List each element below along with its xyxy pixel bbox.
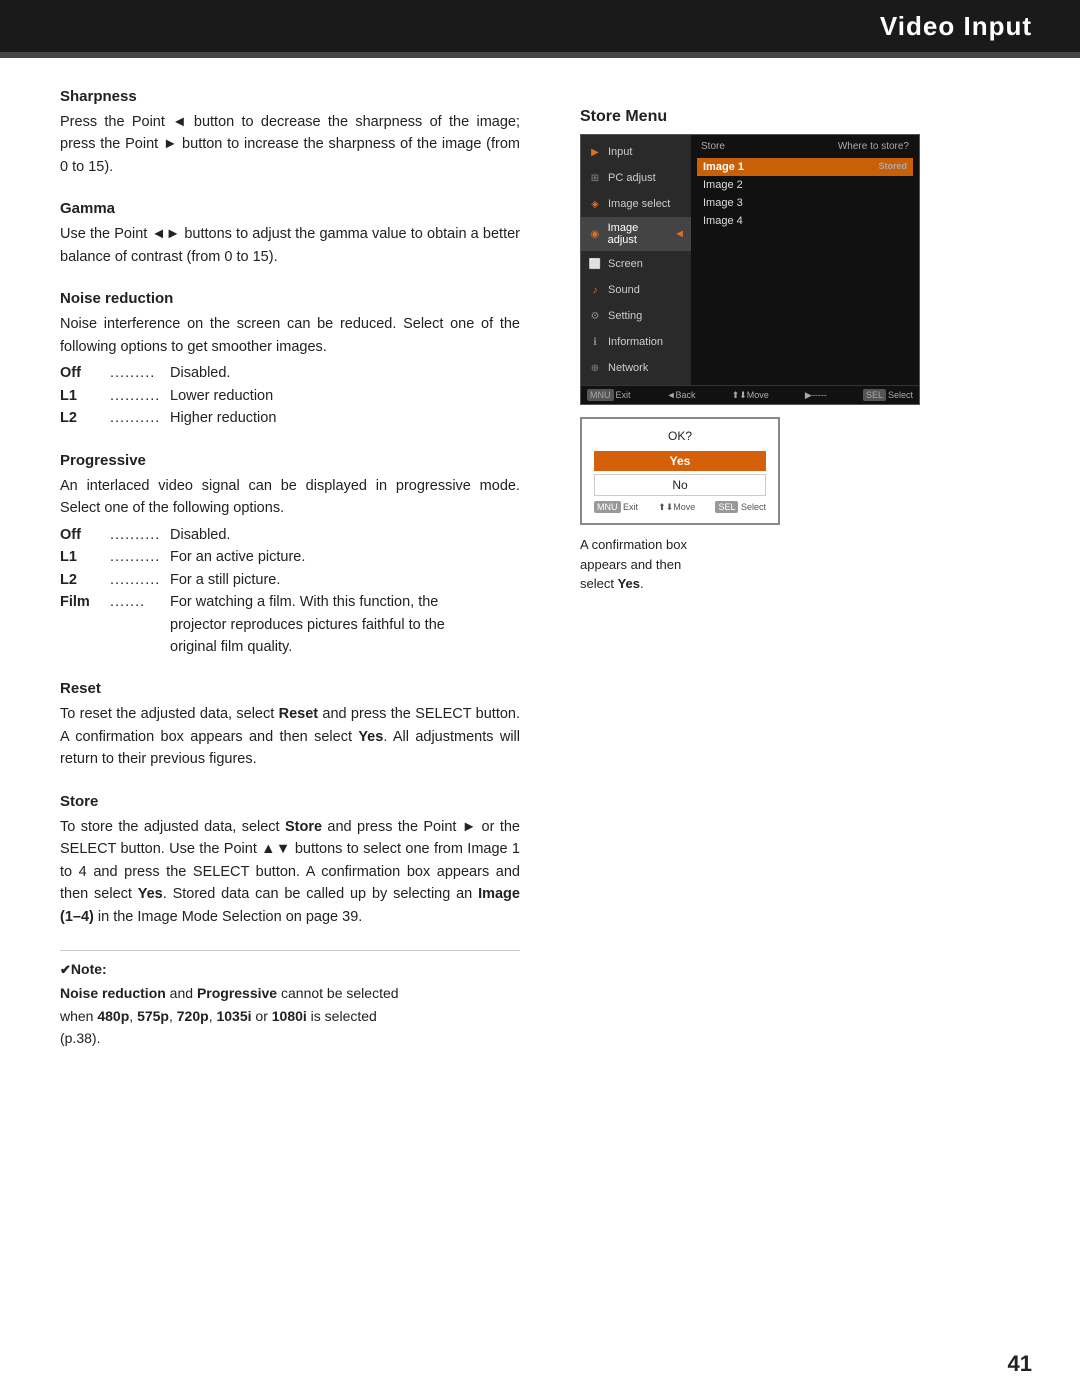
progressive-body: An interlaced video signal can be displa… (60, 475, 520, 659)
page-title: Video Input (880, 11, 1032, 42)
proj-footer: MNU Exit ◄Back ⬆⬇Move ▶----- SEL Select (581, 385, 919, 404)
confirm-title: OK? (594, 429, 766, 443)
screen-icon: ⬜ (587, 256, 603, 272)
sidebar-item-screen: ⬜ Screen (581, 251, 691, 277)
prog-option-off: Off .......... Disabled. (60, 524, 520, 546)
section-noise-reduction: Noise reduction Noise interference on th… (60, 290, 520, 429)
pc-adjust-icon: ⊞ (587, 170, 603, 186)
prog-film-sub1: projector reproduces pictures faithful t… (170, 614, 520, 636)
gamma-title: Gamma (60, 200, 520, 217)
reset-title: Reset (60, 680, 520, 697)
reset-body: To reset the adjusted data, select Reset… (60, 703, 520, 770)
prog-option-l1: L1 .......... For an active picture. (60, 546, 520, 568)
proj-option-image1: Image 1 Stored (697, 158, 913, 176)
network-icon: ⊕ (587, 360, 603, 376)
footer-select: SEL Select (863, 389, 913, 401)
confirm-footer: MNU Exit ⬆⬇Move SEL Select (594, 502, 766, 513)
sidebar-item-network: ⊕ Network (581, 355, 691, 381)
input-icon: ▶ (587, 144, 603, 160)
section-progressive: Progressive An interlaced video signal c… (60, 452, 520, 659)
noise-options: Off ......... Disabled. L1 .......... Lo… (60, 362, 520, 429)
sidebar-item-sound: ♪ Sound (581, 277, 691, 303)
noise-reduction-title: Noise reduction (60, 290, 520, 307)
image-select-icon: ◈ (587, 196, 603, 212)
sharpness-title: Sharpness (60, 88, 520, 105)
section-gamma: Gamma Use the Point ◄► buttons to adjust… (60, 200, 520, 268)
proj-main-header: Store Where to store? (697, 139, 913, 154)
note-section: ✔Note: Noise reduction and Progressive c… (60, 950, 520, 1049)
proj-main-panel: Store Where to store? Image 1 Stored Ima… (691, 135, 919, 385)
proj-sidebar: ▶ Input ⊞ PC adjust ◈ Image select ◉ (581, 135, 691, 385)
image-adjust-icon: ◉ (587, 226, 603, 242)
footer-dashes: ▶----- (805, 389, 827, 401)
sidebar-item-input: ▶ Input (581, 139, 691, 165)
confirm-box: OK? Yes No MNU Exit ⬆⬇Move SEL Select (580, 417, 780, 525)
confirm-footer-select: SEL Select (715, 502, 766, 513)
prog-film-sub2: original film quality. (170, 636, 520, 658)
prog-option-l2: L2 .......... For a still picture. (60, 569, 520, 591)
sidebar-item-setting: ⚙ Setting (581, 303, 691, 329)
note-body: Noise reduction and Progressive cannot b… (60, 982, 520, 1049)
store-body: To store the adjusted data, select Store… (60, 816, 520, 928)
noise-option-off: Off ......... Disabled. (60, 362, 520, 384)
sidebar-item-information: ℹ Information (581, 329, 691, 355)
footer-back: ◄Back (667, 389, 696, 401)
page-number: 41 (1008, 1351, 1032, 1377)
section-sharpness: Sharpness Press the Point ◄ button to de… (60, 88, 520, 178)
right-column: Store Menu ▶ Input ⊞ PC adjust (560, 58, 1080, 1079)
proj-option-image2: Image 2 (697, 176, 913, 194)
section-reset: Reset To reset the adjusted data, select… (60, 680, 520, 770)
sharpness-body: Press the Point ◄ button to decrease the… (60, 111, 520, 178)
sidebar-item-pc-adjust: ⊞ PC adjust (581, 165, 691, 191)
progressive-options: Off .......... Disabled. L1 .......... F… (60, 524, 520, 659)
information-icon: ℹ (587, 334, 603, 350)
projector-ui: ▶ Input ⊞ PC adjust ◈ Image select ◉ (580, 134, 920, 405)
confirm-footer-exit: MNU Exit (594, 502, 638, 513)
proj-option-image4: Image 4 (697, 212, 913, 230)
confirm-no: No (594, 474, 766, 496)
setting-icon: ⚙ (587, 308, 603, 324)
page-header: Video Input (0, 0, 1080, 52)
store-title: Store (60, 793, 520, 810)
footer-exit: MNU Exit (587, 389, 631, 401)
confirm-yes: Yes (594, 451, 766, 471)
sound-icon: ♪ (587, 282, 603, 298)
confirm-caption: A confirmation box appears and then sele… (580, 535, 1050, 594)
store-menu-area: Store Menu ▶ Input ⊞ PC adjust (580, 108, 1050, 594)
gamma-body: Use the Point ◄► buttons to adjust the g… (60, 223, 520, 268)
prog-option-film: Film ....... For watching a film. With t… (60, 591, 520, 613)
main-content: Sharpness Press the Point ◄ button to de… (0, 58, 1080, 1079)
left-column: Sharpness Press the Point ◄ button to de… (0, 58, 560, 1079)
section-store: Store To store the adjusted data, select… (60, 793, 520, 928)
noise-option-l2: L2 .......... Higher reduction (60, 407, 520, 429)
noise-reduction-body: Noise interference on the screen can be … (60, 313, 520, 429)
progressive-title: Progressive (60, 452, 520, 469)
note-label: ✔Note: (60, 961, 520, 978)
proj-ui-inner: ▶ Input ⊞ PC adjust ◈ Image select ◉ (581, 135, 919, 385)
sidebar-item-image-select: ◈ Image select (581, 191, 691, 217)
noise-option-l1: L1 .......... Lower reduction (60, 385, 520, 407)
footer-move: ⬆⬇Move (732, 389, 769, 401)
store-menu-label: Store Menu (580, 108, 1050, 126)
proj-option-image3: Image 3 (697, 194, 913, 212)
sidebar-item-image-adjust: ◉ Image adjust ◄ (581, 217, 691, 251)
confirm-footer-move: ⬆⬇Move (658, 502, 695, 513)
